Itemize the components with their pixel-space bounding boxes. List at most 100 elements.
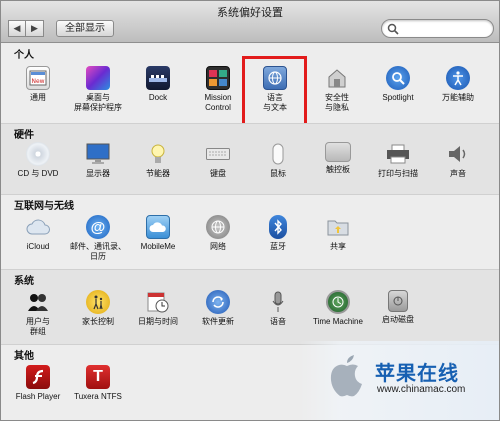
pref-label: 通用 bbox=[30, 93, 46, 102]
pref-keyboard[interactable]: 键盘 bbox=[187, 142, 249, 179]
mission-control-icon bbox=[206, 66, 230, 90]
pref-tuxera-ntfs[interactable]: T Tuxera NTFS bbox=[67, 365, 129, 402]
pref-label: 蓝牙 bbox=[270, 242, 286, 251]
pref-dock[interactable]: Dock bbox=[127, 66, 189, 103]
pref-network[interactable]: 网络 bbox=[187, 215, 249, 252]
pref-trackpad[interactable]: 触控板 bbox=[307, 142, 369, 175]
pref-label: Mission bbox=[204, 93, 232, 102]
pref-energy-saver[interactable]: 节能器 bbox=[127, 142, 189, 179]
pref-security-privacy[interactable]: 安全性 与隐私 bbox=[306, 66, 368, 113]
time-machine-icon bbox=[326, 290, 350, 314]
pref-universal-access[interactable]: 万能辅助 bbox=[427, 66, 489, 103]
pref-label: 声音 bbox=[450, 169, 466, 178]
users-groups-icon bbox=[26, 290, 50, 314]
title-bar: 系统偏好设置 ◀ ▶ 全部显示 bbox=[1, 1, 499, 43]
pref-label: Time Machine bbox=[313, 317, 363, 326]
desktop-screensaver-icon bbox=[86, 66, 110, 90]
back-button[interactable]: ◀ bbox=[8, 20, 26, 37]
pref-mouse[interactable]: 鼠标 bbox=[247, 142, 309, 179]
pref-label: CD 与 DVD bbox=[17, 169, 59, 178]
pref-label: MobileMe bbox=[140, 242, 176, 251]
pref-software-update[interactable]: 软件更新 bbox=[187, 290, 249, 327]
bluetooth-icon bbox=[269, 215, 287, 239]
pref-time-machine[interactable]: Time Machine bbox=[307, 290, 369, 327]
displays-icon bbox=[86, 142, 110, 166]
pref-label: iCloud bbox=[26, 242, 50, 251]
mail-contacts-calendars-icon: @ bbox=[86, 215, 110, 239]
pref-mobileme[interactable]: MobileMe bbox=[127, 215, 189, 252]
pref-label: 桌面与 bbox=[86, 93, 110, 102]
energy-saver-icon bbox=[146, 142, 170, 166]
pref-parental-controls[interactable]: 家长控制 bbox=[67, 290, 129, 327]
pref-label-line2: 日历 bbox=[90, 252, 106, 261]
pref-label: 用户与 bbox=[26, 317, 50, 326]
section-title-internet: 互联网与无线 bbox=[14, 201, 74, 212]
pref-speech[interactable]: 语音 bbox=[247, 290, 309, 327]
mouse-icon bbox=[266, 142, 290, 166]
software-update-icon bbox=[206, 290, 230, 314]
pref-label: Tuxera NTFS bbox=[74, 392, 122, 401]
pref-label: 鼠标 bbox=[270, 169, 286, 178]
pref-icloud[interactable]: iCloud bbox=[7, 215, 69, 252]
pref-mail-contacts-calendars[interactable]: @ 邮件、通讯录、 日历 bbox=[67, 215, 129, 262]
system-preferences-window: 系统偏好设置 ◀ ▶ 全部显示 个人 New 通用 桌面与 屏幕保护程序 Doc… bbox=[0, 0, 500, 421]
pref-cd-dvd[interactable]: CD 与 DVD bbox=[7, 142, 69, 179]
pref-spotlight[interactable]: Spotlight bbox=[367, 66, 429, 103]
section-title-system: 系统 bbox=[14, 276, 34, 287]
section-title-other: 其他 bbox=[14, 351, 34, 362]
pref-print-scan[interactable]: 打印与扫描 bbox=[367, 142, 429, 179]
svg-text:New: New bbox=[31, 78, 44, 85]
pref-label: 万能辅助 bbox=[442, 93, 474, 102]
pref-label-line2: Control bbox=[205, 103, 231, 112]
tuxera-ntfs-icon: T bbox=[86, 365, 110, 389]
site-watermark: 苹果在线 www.chinamac.com bbox=[300, 341, 499, 420]
pref-label: 安全性 bbox=[325, 93, 349, 102]
window-title: 系统偏好设置 bbox=[217, 7, 283, 19]
watermark-url: www.chinamac.com bbox=[377, 384, 466, 395]
pref-label: 节能器 bbox=[146, 169, 170, 178]
flash-player-icon bbox=[26, 365, 50, 389]
spotlight-icon bbox=[386, 66, 410, 90]
parental-controls-icon bbox=[86, 290, 110, 314]
pref-label: Dock bbox=[148, 93, 168, 102]
startup-disk-icon bbox=[388, 290, 408, 312]
pref-label: 触控板 bbox=[326, 165, 350, 174]
pref-label: 语音 bbox=[270, 317, 286, 326]
apple-logo-icon bbox=[330, 355, 362, 397]
section-internet-wireless: 互联网与无线 iCloud @ 邮件、通讯录、 日历 MobileMe 网络 蓝… bbox=[1, 194, 499, 269]
search-field[interactable] bbox=[381, 19, 494, 38]
pref-flash-player[interactable]: Flash Player bbox=[7, 365, 69, 402]
pref-label: 启动磁盘 bbox=[382, 315, 414, 324]
pref-sharing[interactable]: 共享 bbox=[307, 215, 369, 252]
pref-desktop-screensaver[interactable]: 桌面与 屏幕保护程序 bbox=[67, 66, 129, 113]
pref-users-groups[interactable]: 用户与 群组 bbox=[7, 290, 69, 337]
highlight-box bbox=[242, 56, 307, 127]
icloud-icon bbox=[26, 215, 50, 239]
sound-icon bbox=[446, 142, 470, 166]
pref-label: 网络 bbox=[210, 242, 226, 251]
pref-bluetooth[interactable]: 蓝牙 bbox=[247, 215, 309, 252]
pref-startup-disk[interactable]: 启动磁盘 bbox=[367, 290, 429, 325]
pref-general[interactable]: New 通用 bbox=[7, 66, 69, 103]
pref-label: 邮件、通讯录、 bbox=[70, 242, 126, 251]
pref-date-time[interactable]: 日期与时间 bbox=[127, 290, 189, 327]
pref-label: Flash Player bbox=[15, 392, 61, 401]
pref-sound[interactable]: 声音 bbox=[427, 142, 489, 179]
pref-label: 打印与扫描 bbox=[378, 169, 418, 178]
speech-icon bbox=[266, 290, 290, 314]
watermark-title: 苹果在线 bbox=[375, 363, 459, 385]
pref-label-line2: 屏幕保护程序 bbox=[74, 103, 122, 112]
pref-mission-control[interactable]: Mission Control bbox=[187, 66, 249, 113]
pref-displays[interactable]: 显示器 bbox=[67, 142, 129, 179]
show-all-button[interactable]: 全部显示 bbox=[56, 20, 114, 37]
pref-label-line2: 群组 bbox=[30, 327, 46, 336]
forward-button[interactable]: ▶ bbox=[26, 20, 44, 37]
section-title-personal: 个人 bbox=[14, 50, 34, 61]
sharing-icon bbox=[326, 215, 350, 239]
nav-buttons: ◀ ▶ bbox=[8, 20, 44, 37]
network-icon bbox=[206, 215, 230, 239]
universal-access-icon bbox=[446, 66, 470, 90]
pref-label: Spotlight bbox=[382, 93, 414, 102]
pref-label: 键盘 bbox=[210, 169, 226, 178]
pref-label-line2: 与隐私 bbox=[325, 103, 349, 112]
